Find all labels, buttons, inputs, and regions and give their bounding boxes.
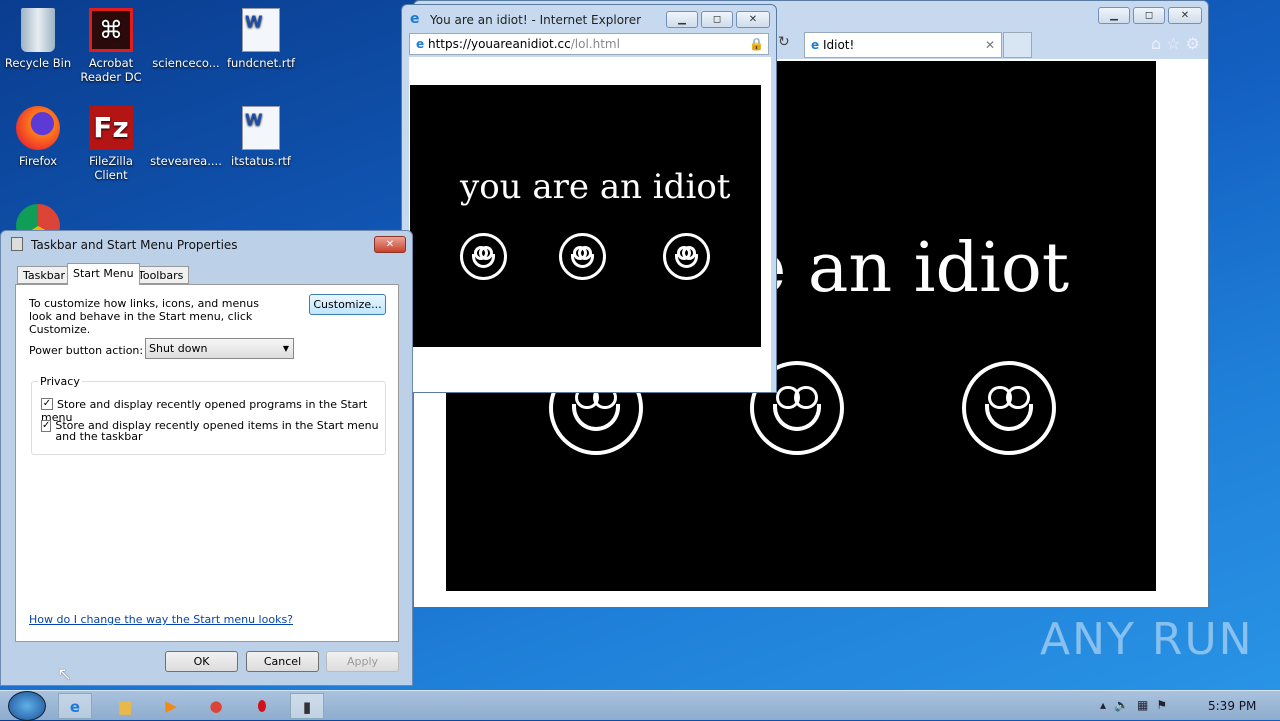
desktop-icon-filezilla[interactable]: Fz FileZilla Client [73, 106, 149, 182]
ie-popup-window: e You are an idiot! - Internet Explorer … [401, 4, 777, 393]
close-tab-icon[interactable]: ✕ [985, 38, 995, 52]
tray-icons: ▴🔈▦⚑ [1100, 698, 1175, 712]
ie-icon: e [416, 37, 425, 51]
idiot-banner: you are an idiot [410, 85, 761, 347]
privacy-group: Privacy ✓ Store and display recently open… [31, 375, 386, 455]
desktop-icon-fundcnet[interactable]: Wfundcnet.rtf [223, 8, 299, 70]
icon-label: Recycle Bin [4, 56, 72, 70]
smiley-icon [663, 233, 710, 280]
taskbar: e ▆ ▶ ● ⬮ ▮ ▴🔈▦⚑ 5:39 PM [0, 690, 1280, 721]
apply-button[interactable]: Apply [326, 651, 399, 672]
filezilla-icon: Fz [89, 106, 133, 150]
taskbar-media-player-icon[interactable]: ▶ [154, 693, 188, 719]
acrobat-icon: ⌘ [89, 8, 133, 52]
file-icon [164, 8, 208, 52]
word-document-icon: W [242, 8, 280, 52]
dialog-title: Taskbar and Start Menu Properties [31, 238, 238, 252]
close-button[interactable]: ✕ [736, 11, 770, 28]
home-icon[interactable]: ⌂ [1151, 34, 1161, 53]
customize-button[interactable]: Customize... [309, 294, 386, 315]
desktop-icon-recycle-bin[interactable]: Recycle Bin [0, 8, 76, 70]
smiley-icon [460, 233, 507, 280]
checkbox-checked-icon: ✓ [41, 420, 52, 432]
window-title: You are an idiot! - Internet Explorer [430, 13, 642, 27]
icon-label: Acrobat Reader DC [80, 56, 142, 84]
ie-icon: e [410, 11, 420, 27]
power-value: Shut down [149, 342, 208, 355]
maximize-button[interactable]: ◻ [1133, 7, 1165, 24]
taskbar-properties-dialog: Taskbar and Start Menu Properties ✕ Task… [0, 230, 413, 686]
show-hidden-icons-icon[interactable]: ▴ [1100, 698, 1114, 712]
window-controls: ▁ ◻ ✕ [666, 11, 770, 28]
toolbar-icons: ⌂ ☆ ⚙ [1151, 34, 1200, 53]
close-button[interactable]: ✕ [1168, 7, 1202, 24]
tab-toolbars[interactable]: Toolbars [132, 266, 190, 284]
refresh-icon[interactable]: ↻ [778, 34, 790, 50]
checkbox-label: Store and display recently opened items … [55, 419, 379, 443]
tab-panel: To customize how links, icons, and menus… [15, 284, 399, 642]
mouse-cursor-icon: ↖ [57, 664, 73, 685]
dialog-icon [11, 237, 23, 251]
icon-label: FileZilla Client [89, 154, 133, 182]
banner-text: e an idiot [746, 229, 1070, 308]
checkbox-checked-icon: ✓ [41, 398, 53, 410]
tab-label: Idiot! [822, 38, 855, 52]
icon-label: fundcnet.rtf [226, 56, 296, 70]
url-path: /lol.html [570, 37, 620, 51]
firefox-icon [16, 106, 60, 150]
taskbar-properties-icon[interactable]: ▮ [290, 693, 324, 719]
icon-label: itstatus.rtf [231, 154, 291, 168]
page-content: you are an idiot [409, 57, 771, 392]
power-button-label: Power button action: [29, 344, 144, 357]
settings-icon[interactable]: ⚙ [1186, 34, 1200, 53]
desktop-icon-stevearea[interactable]: stevearea.... [148, 106, 224, 168]
help-link[interactable]: How do I change the way the Start menu l… [29, 613, 293, 626]
action-center-flag-icon[interactable]: ⚑ [1156, 698, 1175, 712]
lock-icon: 🔒 [749, 37, 764, 51]
privacy-checkbox-items[interactable]: ✓ Store and display recently opened items… [41, 420, 381, 442]
anyrun-watermark: ANY RUN [1040, 614, 1254, 665]
ie-icon: e [811, 38, 820, 52]
volume-icon[interactable]: 🔈 [1114, 698, 1137, 712]
file-icon [164, 106, 208, 150]
icon-label: scienceco... [152, 56, 220, 70]
taskbar-ie-icon[interactable]: e [58, 693, 92, 719]
minimize-button[interactable]: ▁ [666, 11, 698, 28]
desktop-icon-acrobat[interactable]: ⌘ Acrobat Reader DC [73, 8, 149, 84]
icon-label: Firefox [18, 154, 58, 168]
start-button[interactable] [8, 691, 46, 721]
recycle-bin-icon [21, 8, 55, 52]
description-text: To customize how links, icons, and menus… [29, 297, 259, 336]
taskbar-explorer-icon[interactable]: ▆ [108, 693, 142, 719]
taskbar-opera-icon[interactable]: ⬮ [245, 693, 279, 719]
tab-start-menu[interactable]: Start Menu [67, 263, 140, 285]
power-button-select[interactable]: Shut down ▼ [145, 338, 294, 359]
desktop-icon-itstatus[interactable]: Witstatus.rtf [223, 106, 299, 168]
minimize-button[interactable]: ▁ [1098, 7, 1130, 24]
clock[interactable]: 5:39 PM [1208, 699, 1256, 713]
new-tab-button[interactable] [1003, 32, 1032, 58]
url-host: https://youareanidiot.cc [427, 37, 571, 51]
privacy-legend: Privacy [38, 375, 82, 388]
ok-button[interactable]: OK [165, 651, 238, 672]
network-icon[interactable]: ▦ [1137, 698, 1156, 712]
smiley-icon [559, 233, 606, 280]
browser-tab[interactable]: e Idiot! ✕ [804, 32, 1002, 58]
window-controls: ▁ ◻ ✕ [1098, 7, 1202, 24]
icon-label: stevearea.... [150, 154, 222, 168]
address-bar[interactable]: e https://youareanidiot.cc/lol.html 🔒 [409, 33, 769, 55]
close-button[interactable]: ✕ [374, 236, 406, 253]
taskbar-chrome-icon[interactable]: ● [199, 693, 233, 719]
word-document-icon: W [242, 106, 280, 150]
tab-taskbar[interactable]: Taskbar [17, 266, 71, 284]
maximize-button[interactable]: ◻ [701, 11, 733, 28]
favorites-icon[interactable]: ☆ [1166, 34, 1180, 53]
desktop-icon-firefox[interactable]: Firefox [0, 106, 76, 168]
banner-text: you are an idiot [460, 167, 731, 207]
smiley-icon [962, 361, 1056, 455]
desktop-icon-scienceco[interactable]: scienceco... [148, 8, 224, 70]
cancel-button[interactable]: Cancel [246, 651, 319, 672]
chevron-down-icon: ▼ [282, 344, 289, 353]
